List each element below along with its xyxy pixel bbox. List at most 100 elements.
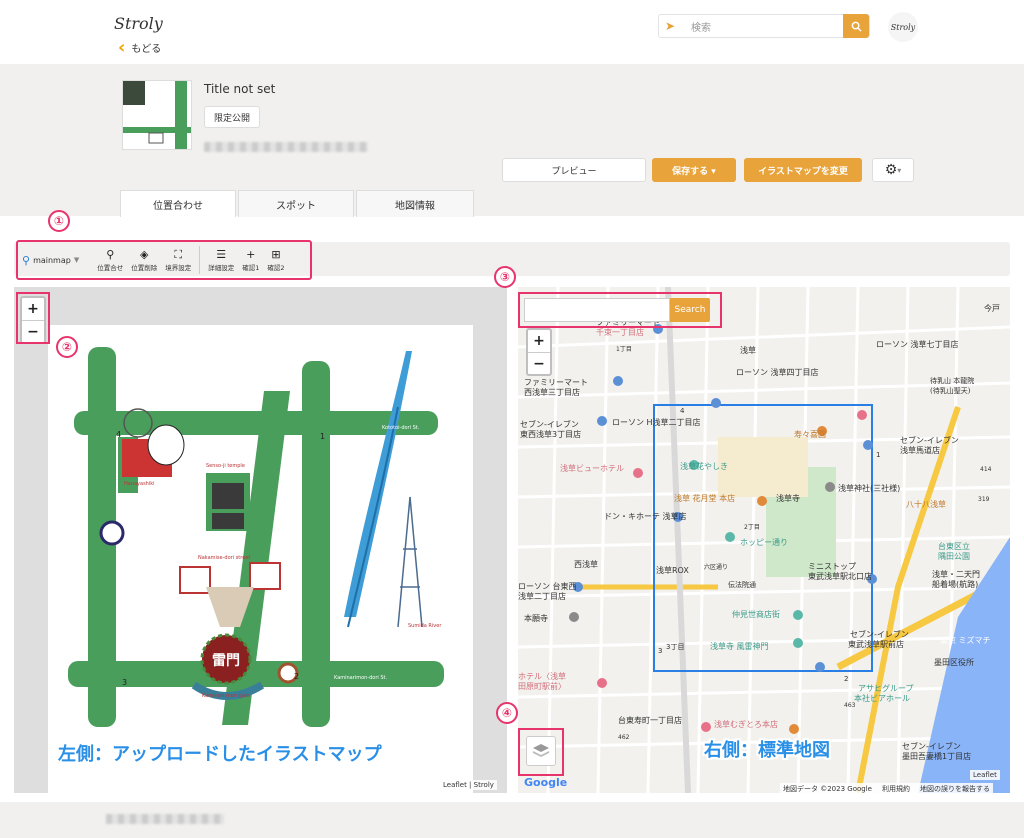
top-bar: Stroly ‹ もどる ➤ 検索 Stroly [0,0,1024,64]
label-sensoji: Senso-ji temple [206,463,245,469]
rmap-label-53: 今戸 [984,303,1000,313]
right-zoom-control: + − [526,328,552,376]
tab-alignment[interactable]: 位置合わせ [120,190,236,218]
rmap-label-25: 台東区立 [938,541,970,551]
rmap-label-52: 墨田吾妻橋1丁目店 [902,751,971,761]
layers-icon [533,744,549,757]
rmap-label-19: 浅草 花月堂 本店 [674,493,735,503]
left-map-caption: 左側：アップロードしたイラストマップ [58,744,382,765]
label-sumida: Sumida River [408,623,442,629]
report-error-link[interactable]: 地図の誤りを報告する [920,784,990,794]
location-arrow-icon[interactable]: ➤ [659,19,681,33]
rmap-label-43: 東京 ミズマチ [940,635,991,645]
visibility-button[interactable]: 限定公開 [204,106,260,128]
tool-align-label: 位置合せ [97,264,124,272]
rmap-label-26: 隅田公園 [938,552,970,561]
rmap-label-60: 3 [658,647,662,655]
label-hanayashiki: Hanayashiki [124,481,155,487]
tool-delete-position[interactable]: ◈ 位置削除 [131,248,157,272]
rmap-label-3: ローソン 浅草七丁目店 [876,339,959,349]
rmap-label-7: ローソン 浅草四丁目店 [736,367,819,377]
rmap-label-44: ホテル〈浅草 [518,671,566,681]
tool-detail-label: 詳細設定 [208,264,235,272]
rmap-label-13: 寿々喜園 [794,429,826,439]
tool-detail-settings[interactable]: ☰ 詳細設定 [208,248,234,272]
rmap-label-32: ローソン 台東西 [518,581,577,591]
map-search-input[interactable] [524,298,670,322]
rmap-label-24: ホッピー通り [740,537,788,547]
right-map-attribution[interactable]: Leaflet [970,770,1000,780]
rmap-label-58: 1 [876,451,880,459]
search-box[interactable]: ➤ 検索 [658,14,870,38]
map-pin-icon: ⚲ [22,253,31,267]
back-link[interactable]: ‹ もどる [118,36,161,58]
save-button[interactable]: 保存する ▾ [652,158,736,182]
rmap-label-9: (待乳山聖天) [930,386,971,395]
rmap-label-41: セブン-イレブン [850,629,909,639]
settings-button[interactable]: ⚙ ▾ [872,158,914,182]
chevron-left-icon: ‹ [118,36,126,58]
rmap-label-48: アサヒグループ [858,683,914,693]
rmap-label-8: 待乳山 本龍院 [930,376,974,385]
tab-spots[interactable]: スポット [238,190,354,218]
rmap-label-46: 墨田区役所 [934,657,974,667]
left-marker-4: 4 [116,430,121,439]
layer-select-label: mainmap [33,255,71,265]
tab-map-info[interactable]: 地図情報 [356,190,474,218]
gear-icon: ⚙ [884,162,898,178]
settings-caret: ▾ [897,165,902,175]
right-zoom-in-button[interactable]: + [528,330,550,352]
standard-map-viewer[interactable]: ファミリーマート 千束一丁目店 浅草 ローソン 浅草七丁目店 1丁目 ファミリー… [518,287,1010,793]
google-footer: 地図データ ©2023 Google 利用規約 地図の誤りを報告する [780,783,993,795]
map-search-button[interactable]: Search [670,298,710,322]
terms-link[interactable]: 利用規約 [882,784,910,794]
right-map-caption: 右側：標準地図 [704,740,830,761]
avatar[interactable]: Stroly [888,12,918,42]
right-zoom-out-button[interactable]: − [528,352,550,374]
rmap-label-4: 1丁目 [616,346,632,353]
tool-align[interactable]: ⚲ 位置合せ [97,248,123,272]
eraser-icon: ◈ [139,248,149,261]
rmap-label-40: 3丁目 [666,643,684,651]
label-kaminarimon: 雷門 [212,652,240,669]
rmap-label-18: 浅草神社(三社様) [838,483,900,493]
map-search-highlight: Search [518,292,722,328]
marker-1: ① [48,210,70,232]
zoom-highlight-box [16,292,50,344]
preview-button[interactable]: プレビュー [502,158,646,182]
search-input[interactable]: 検索 [681,19,843,34]
rmap-label-39: 浅草寺 風雷神門 [710,641,769,651]
layer-select[interactable]: ⚲ mainmap ▼ [22,254,79,267]
change-illustration-map-button[interactable]: イラストマップを変更 [744,158,862,182]
rmap-label-51: セブン-イレブン [902,741,961,751]
tool-boundary[interactable]: ⛶ 境界設定 [165,248,191,272]
rmap-label-30: ミニストップ [808,562,856,571]
rmap-label-2: 浅草 [740,345,756,355]
rmap-label-29: 浅草ROX [656,565,689,575]
rmap-label-17: 浅草馬道店 [900,445,940,455]
rmap-label-56: 463 [844,702,856,709]
illustration-map: 1 2 3 4 Kototoi-dori St. Kaminarimon-dor… [48,325,473,793]
rmap-label-47: 台東寿町一丁目店 [618,715,682,725]
search-icon [851,21,862,32]
rmap-label-15: 浅草花やしき [680,461,728,471]
map-url-blurred [204,142,368,152]
rmap-label-33: 浅草二丁目店 [518,591,566,601]
rmap-label-21: 八十八浅草 [906,499,946,509]
tool-check1[interactable]: + 確認1 [242,248,259,272]
left-marker-2: 2 [294,672,299,681]
caret-down-icon: ▼ [73,256,80,264]
illustration-map-viewer[interactable]: 1 2 3 4 Kototoi-dori St. Kaminarimon-dor… [14,287,507,793]
list-icon: ☰ [216,248,227,261]
tool-delete-label: 位置削除 [131,264,158,272]
rmap-label-36: 船着場(航路) [932,579,978,589]
rmap-label-49: 本社ビアホール [854,693,910,703]
stroly-logo[interactable]: Stroly [114,14,163,33]
map-thumbnail [122,80,192,150]
tool-check2-label: 確認2 [267,264,285,272]
layer-switch-button[interactable] [526,736,556,766]
grid-icon: ⊞ [271,248,281,261]
tool-check2[interactable]: ⊞ 確認2 [267,248,284,272]
left-map-attribution[interactable]: Leaflet | Stroly [440,780,497,790]
search-button[interactable] [843,14,869,38]
